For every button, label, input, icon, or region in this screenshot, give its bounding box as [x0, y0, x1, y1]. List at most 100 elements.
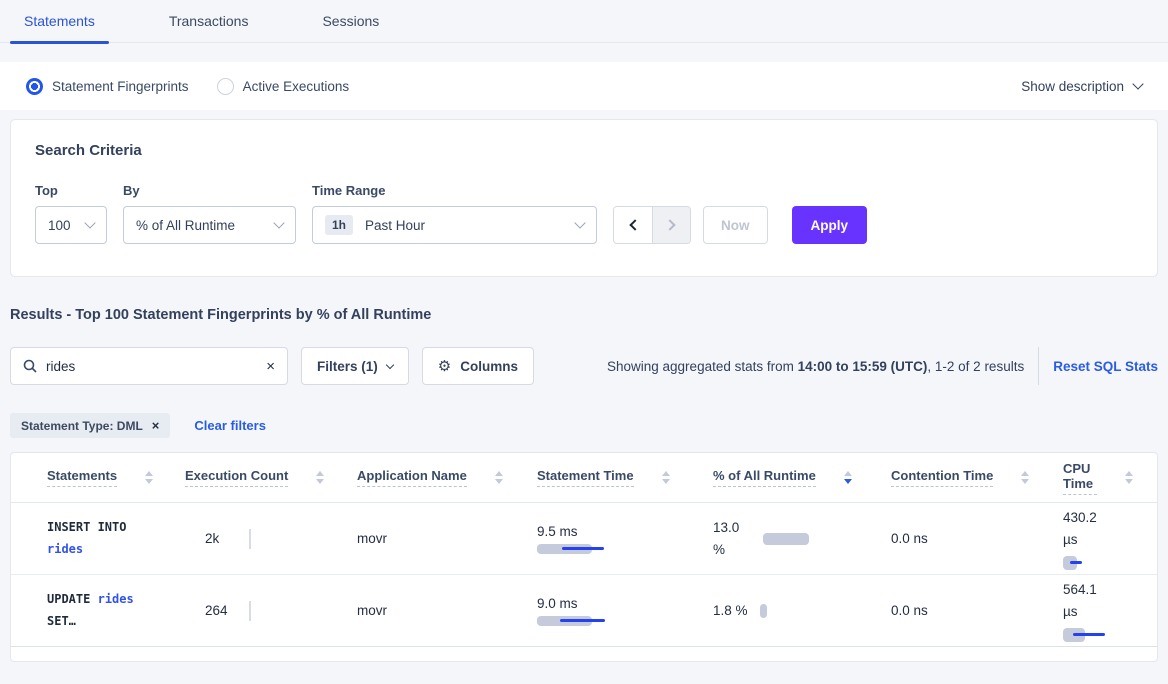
sort-icon [1125, 471, 1133, 484]
statement-time-bar [537, 544, 592, 554]
column-header-application-name[interactable]: Application Name [357, 468, 537, 487]
sort-icon [1021, 471, 1029, 484]
search-criteria-title: Search Criteria [35, 142, 1133, 159]
show-description-label: Show description [1021, 79, 1124, 94]
execution-count-cell: 264 [185, 601, 357, 621]
column-header-statement-time[interactable]: Statement Time [537, 468, 713, 487]
filters-button[interactable]: Filters (1) [301, 347, 409, 385]
view-radio-group: Statement Fingerprints Active Executions [26, 78, 349, 95]
contention-time-cell: 0.0 ns [891, 531, 1063, 546]
chevron-left-icon [629, 219, 640, 230]
top-select[interactable]: 100 [35, 206, 107, 244]
table-header-row: Statements Execution Count Application N… [11, 453, 1157, 503]
sort-icon [316, 471, 324, 484]
cpu-time-cell: 564.1 µs [1063, 579, 1133, 641]
statement-fingerprint-cell: INSERT INTO rides [35, 517, 157, 560]
time-range-label: Time Range [312, 183, 613, 198]
statements-table: Statements Execution Count Application N… [10, 452, 1158, 662]
stats-time-range: 14:00 to 15:59 (UTC) [798, 359, 928, 374]
top-select-value: 100 [48, 218, 71, 233]
time-nav-group [613, 206, 691, 244]
columns-button-label: Columns [460, 359, 518, 374]
radio-unselected-icon [217, 78, 234, 95]
search-input[interactable] [46, 359, 257, 374]
page-tabs: Statements Transactions Sessions [0, 0, 1168, 43]
execution-count-bar [249, 601, 251, 621]
pct-runtime-bar [763, 533, 809, 545]
statement-link[interactable]: rides [98, 592, 134, 606]
search-criteria-controls: Top 100 By % of All Runtime Time Range 1… [35, 183, 1133, 244]
statement-fingerprint-cell: UPDATE rides SET… [35, 589, 157, 632]
apply-button[interactable]: Apply [792, 206, 868, 244]
time-range-value: Past Hour [365, 218, 425, 233]
tab-transactions[interactable]: Transactions [155, 0, 263, 42]
radio-statement-fingerprints[interactable]: Statement Fingerprints [26, 78, 189, 95]
statement-link[interactable]: rides [47, 542, 83, 556]
search-criteria-card: Search Criteria Top 100 By % of All Runt… [10, 119, 1158, 277]
table-row: INSERT INTO rides 2k movr 9.5 ms 13.0 % … [11, 503, 1157, 575]
aggregated-stats-text: Showing aggregated stats from 14:00 to 1… [607, 359, 1024, 374]
tab-sessions[interactable]: Sessions [308, 0, 393, 42]
by-select-value: % of All Runtime [136, 218, 235, 233]
by-label: By [123, 183, 312, 198]
clear-search-icon[interactable]: × [266, 359, 275, 374]
column-header-execution-count[interactable]: Execution Count [185, 468, 357, 487]
application-name-cell: movr [357, 531, 537, 546]
execution-count-bar [249, 529, 251, 549]
by-select[interactable]: % of All Runtime [123, 206, 296, 244]
pct-runtime-bar [760, 604, 767, 618]
results-toolbar: × Filters (1) ⚙ Columns Showing aggregat… [10, 347, 1158, 385]
top-field: Top 100 [35, 183, 123, 244]
chevron-down-icon [574, 217, 585, 228]
radio-selected-icon [26, 78, 43, 95]
toolbar-divider [1038, 347, 1039, 385]
statement-time-bar [537, 616, 592, 626]
sort-icon-active-desc [844, 471, 852, 484]
cpu-time-bar [1063, 556, 1077, 570]
filter-chip-row: Statement Type: DML × Clear filters [10, 413, 1158, 438]
reset-sql-stats-link[interactable]: Reset SQL Stats [1053, 359, 1158, 374]
tab-statements[interactable]: Statements [10, 0, 109, 42]
column-header-cpu-time[interactable]: CPU Time [1063, 461, 1133, 495]
sort-icon [145, 471, 153, 484]
remove-filter-icon[interactable]: × [152, 418, 160, 433]
statement-time-cell: 9.5 ms [537, 524, 713, 554]
radio-active-executions-label: Active Executions [243, 79, 350, 94]
gear-icon: ⚙ [438, 357, 451, 375]
statement-time-cell: 9.0 ms [537, 596, 713, 626]
application-name-cell: movr [357, 603, 537, 618]
time-range-select[interactable]: 1h Past Hour [312, 206, 597, 244]
column-header-pct-runtime[interactable]: % of All Runtime [713, 468, 891, 487]
next-interval-button[interactable] [652, 207, 690, 243]
contention-time-cell: 0.0 ns [891, 603, 1063, 618]
previous-interval-button[interactable] [614, 207, 652, 243]
sort-icon [495, 471, 503, 484]
chevron-down-icon [84, 217, 95, 228]
radio-statement-fingerprints-label: Statement Fingerprints [52, 79, 189, 94]
filter-chip-label: Statement Type: DML [21, 419, 143, 433]
filter-chip-statement-type: Statement Type: DML × [10, 413, 170, 438]
clear-filters-link[interactable]: Clear filters [194, 418, 266, 433]
search-icon [23, 359, 37, 373]
now-button[interactable]: Now [703, 206, 768, 244]
table-row: UPDATE rides SET… 264 movr 9.0 ms 1.8 % … [11, 575, 1157, 647]
chevron-down-icon [273, 217, 284, 228]
filters-button-label: Filters (1) [317, 359, 378, 374]
results-heading: Results - Top 100 Statement Fingerprints… [10, 307, 1158, 323]
time-range-badge: 1h [325, 215, 353, 235]
cpu-time-bar [1063, 628, 1085, 642]
cpu-time-cell: 430.2 µs [1063, 507, 1133, 569]
chevron-right-icon [664, 219, 675, 230]
pct-runtime-cell: 1.8 % [713, 600, 891, 622]
sort-icon [662, 471, 670, 484]
chevron-down-icon [1132, 78, 1143, 89]
radio-active-executions[interactable]: Active Executions [217, 78, 350, 95]
show-description-toggle[interactable]: Show description [1021, 79, 1142, 94]
chevron-down-icon [386, 360, 394, 368]
view-toggle-bar: Statement Fingerprints Active Executions… [0, 62, 1168, 110]
columns-button[interactable]: ⚙ Columns [422, 347, 534, 385]
column-header-statements[interactable]: Statements [35, 468, 185, 487]
results-search-box: × [10, 347, 288, 385]
time-range-field: Time Range 1h Past Hour [312, 183, 613, 244]
column-header-contention-time[interactable]: Contention Time [891, 468, 1063, 487]
